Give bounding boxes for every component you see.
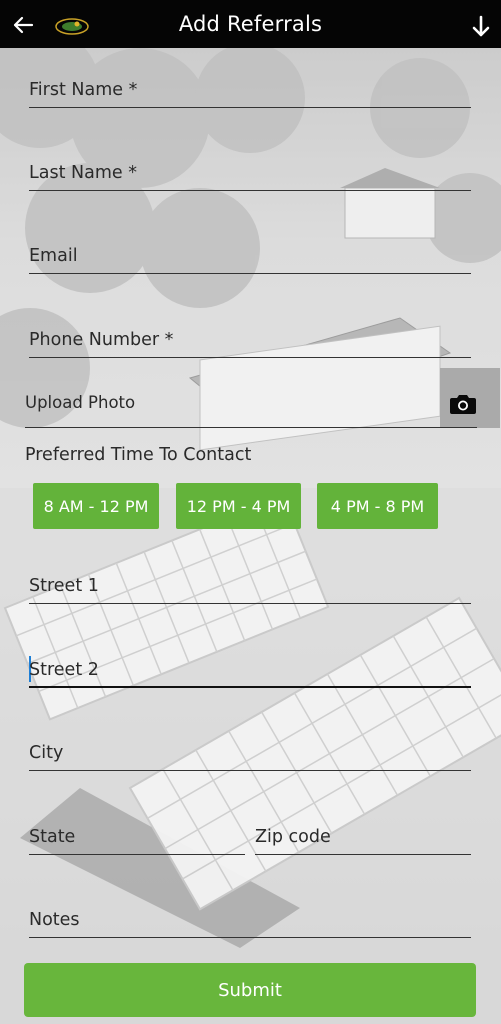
- street1-field[interactable]: Street 1: [29, 556, 471, 604]
- solar-farm-illustration: [0, 48, 501, 1024]
- street2-field[interactable]: Street 2: [29, 640, 471, 688]
- notes-field[interactable]: Notes: [29, 890, 471, 938]
- camera-icon[interactable]: [449, 392, 477, 416]
- city-field[interactable]: City: [29, 723, 471, 771]
- email-field[interactable]: Email: [29, 226, 471, 274]
- first-name-field[interactable]: First Name *: [29, 60, 471, 108]
- time-slot-evening-button[interactable]: 4 PM - 8 PM: [317, 483, 438, 529]
- state-underline: [29, 853, 245, 855]
- preferred-time-title: Preferred Time To Contact: [25, 445, 252, 465]
- state-label: State: [29, 827, 76, 847]
- phone-field[interactable]: Phone Number *: [29, 310, 471, 358]
- email-label: Email: [29, 246, 78, 266]
- street2-label: Street 2: [29, 660, 99, 680]
- zip-code-field[interactable]: Zip code: [255, 807, 471, 855]
- zip-code-underline: [255, 853, 471, 855]
- city-label: City: [29, 743, 64, 763]
- first-name-underline: [29, 106, 471, 108]
- background-image: [0, 48, 501, 1024]
- last-name-label: Last Name *: [29, 163, 137, 183]
- upload-photo-row[interactable]: Upload Photo: [25, 384, 477, 428]
- last-name-field[interactable]: Last Name *: [29, 143, 471, 191]
- time-slot-morning-button[interactable]: 8 AM - 12 PM: [33, 483, 159, 529]
- page-title: Add Referrals: [178, 12, 323, 36]
- submit-button[interactable]: Submit: [24, 963, 476, 1017]
- notes-label: Notes: [29, 910, 80, 930]
- city-underline: [29, 769, 471, 771]
- phone-label: Phone Number *: [29, 330, 174, 350]
- notes-underline: [29, 936, 471, 938]
- upload-photo-label: Upload Photo: [25, 393, 136, 412]
- street2-underline: [29, 686, 471, 688]
- time-slot-afternoon-button[interactable]: 12 PM - 4 PM: [176, 483, 301, 529]
- zip-code-label: Zip code: [255, 827, 331, 847]
- app-header: Add Referrals: [0, 0, 501, 48]
- arrow-down-icon: [472, 15, 490, 37]
- last-name-underline: [29, 189, 471, 191]
- download-button[interactable]: [467, 12, 495, 40]
- first-name-label: First Name *: [29, 80, 138, 100]
- state-field[interactable]: State: [29, 807, 245, 855]
- email-underline: [29, 272, 471, 274]
- street1-underline: [29, 602, 471, 604]
- phone-underline: [29, 356, 471, 358]
- street1-label: Street 1: [29, 576, 99, 596]
- upload-photo-underline: [25, 426, 477, 428]
